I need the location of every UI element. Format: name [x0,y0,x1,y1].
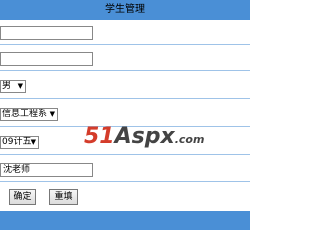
gender-select-value: 男 [2,81,12,91]
teacher-input[interactable]: 沈老师 [0,163,93,177]
gender-select[interactable]: 男 ▼ [0,80,26,93]
watermark-part-com: .com [174,133,205,146]
watermark-part-aspx: Aspx [114,124,175,149]
department-select-value: 信息工程系 [2,109,48,119]
form-row-teacher: 沈老师 [0,159,250,182]
confirm-button[interactable]: 确定 [9,189,36,205]
reset-button[interactable]: 重填 [49,189,78,205]
form-row-gender: 男 ▼ [0,76,250,99]
chevron-down-icon: ▼ [17,82,23,90]
class-select-value: 09计五 [2,137,32,147]
form-row-actions: 确定 重填 [0,186,250,209]
page-header: 学生管理 [0,0,250,20]
class-select[interactable]: 09计五 ▼ [0,136,39,149]
watermark-part-51: 51 [84,124,115,149]
student-id-input[interactable] [0,52,93,66]
site-watermark: 51Aspx.com [84,124,204,149]
chevron-down-icon: ▼ [30,138,36,146]
page-title: 学生管理 [105,4,145,15]
form-row-id [0,48,250,71]
form-row-name [0,22,250,45]
department-select[interactable]: 信息工程系 ▼ [0,108,58,121]
page-footer [0,211,250,230]
name-input[interactable] [0,26,93,40]
chevron-down-icon: ▼ [49,110,55,118]
